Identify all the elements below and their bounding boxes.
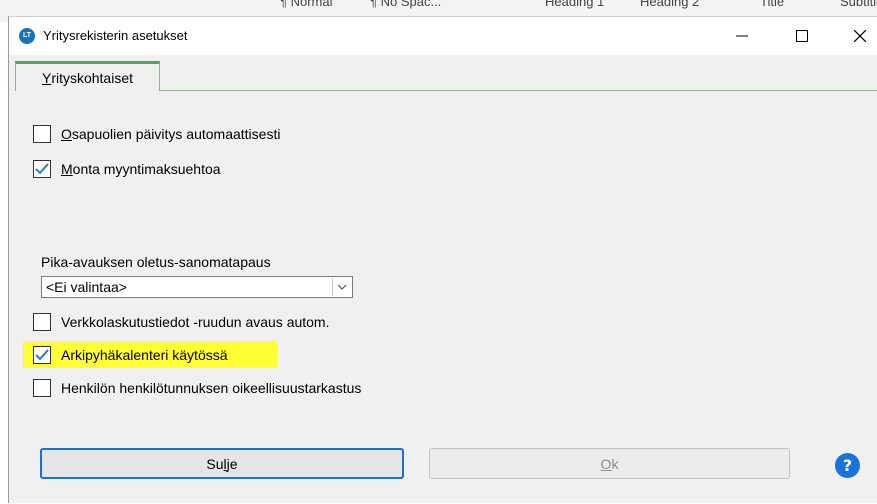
ok-button[interactable]: Ok bbox=[429, 448, 790, 479]
bg-style-label: ¶ Normal bbox=[280, 0, 333, 9]
dropdown-arrow-button[interactable] bbox=[332, 278, 351, 296]
option-label: Henkilön henkilötunnuksen oikeellisuusta… bbox=[61, 380, 362, 396]
tab-label-mnemonic: Y bbox=[41, 69, 52, 86]
maximize-button[interactable] bbox=[779, 17, 825, 55]
option-monta-myyntimaksuehtoa[interactable]: Monta myyntimaksuehtoa bbox=[33, 160, 221, 178]
bg-style-label: Title bbox=[760, 0, 785, 9]
pika-avaus-select[interactable]: <Ei valintaa> bbox=[41, 276, 353, 298]
bg-style-label: Subtitle bbox=[840, 0, 877, 9]
tab-strip: Yrityskohtaiset bbox=[9, 55, 877, 91]
help-button[interactable]: ? bbox=[835, 453, 860, 478]
minimize-icon bbox=[736, 35, 748, 37]
settings-panel: Osapuolien päivitys automaattisesti Mont… bbox=[9, 91, 877, 504]
checkbox-unchecked[interactable] bbox=[33, 379, 51, 397]
button-label: k bbox=[611, 455, 619, 472]
option-mnemonic: M bbox=[61, 161, 73, 177]
bg-style-label: Heading 2 bbox=[640, 0, 700, 9]
option-arkipyhakalenteri[interactable]: Arkipyhäkalenteri käytössä bbox=[33, 346, 228, 364]
sulje-button[interactable]: Su l je bbox=[40, 448, 404, 479]
button-label: je bbox=[226, 455, 238, 472]
close-window-button[interactable] bbox=[837, 17, 877, 55]
checkmark-icon bbox=[35, 163, 49, 175]
option-henkilotunnus-tarkastus[interactable]: Henkilön henkilötunnuksen oikeellisuusta… bbox=[33, 379, 361, 397]
tab-label: rityskohtaiset bbox=[51, 69, 134, 86]
option-label: Arkipyhäkalenteri käytössä bbox=[61, 347, 228, 363]
checkbox-checked[interactable] bbox=[33, 160, 51, 178]
option-label: sapuolien päivitys automaattisesti bbox=[71, 126, 281, 142]
title-bar[interactable]: LT Yritysrekisterin asetukset bbox=[9, 17, 877, 55]
option-label: onta myyntimaksuehtoa bbox=[72, 161, 221, 177]
maximize-icon bbox=[796, 30, 808, 42]
bg-style-label: Heading 1 bbox=[545, 0, 605, 9]
button-label: Su bbox=[206, 455, 224, 472]
dialog-title: Yritysrekisterin asetukset bbox=[43, 28, 188, 43]
minimize-button[interactable] bbox=[719, 17, 765, 55]
option-mnemonic: O bbox=[61, 126, 72, 142]
checkbox-unchecked[interactable] bbox=[33, 313, 51, 331]
button-mnemonic: O bbox=[600, 455, 612, 472]
dropdown-value: <Ei valintaa> bbox=[46, 279, 127, 295]
checkbox-checked[interactable] bbox=[33, 346, 51, 364]
help-icon: ? bbox=[842, 456, 853, 475]
dropdown-label: Pika-avauksen oletus-sanomatapaus bbox=[41, 254, 271, 270]
option-label: Verkkolaskutustiedot -ruudun avaus autom… bbox=[61, 314, 330, 330]
option-osapuolien-paivitys[interactable]: Osapuolien päivitys automaattisesti bbox=[33, 125, 280, 143]
chevron-down-icon bbox=[337, 284, 347, 290]
checkmark-icon bbox=[35, 349, 49, 361]
checkbox-unchecked[interactable] bbox=[33, 125, 51, 143]
tab-yrityskohtaiset[interactable]: Yrityskohtaiset bbox=[15, 61, 160, 91]
option-verkkolaskutustiedot[interactable]: Verkkolaskutustiedot -ruudun avaus autom… bbox=[33, 313, 330, 331]
app-logo-icon: LT bbox=[19, 28, 35, 44]
settings-dialog: LT Yritysrekisterin asetukset Yrityskoht… bbox=[8, 16, 877, 503]
bg-style-label: ¶ No Spac... bbox=[370, 0, 442, 9]
close-icon bbox=[854, 30, 866, 42]
